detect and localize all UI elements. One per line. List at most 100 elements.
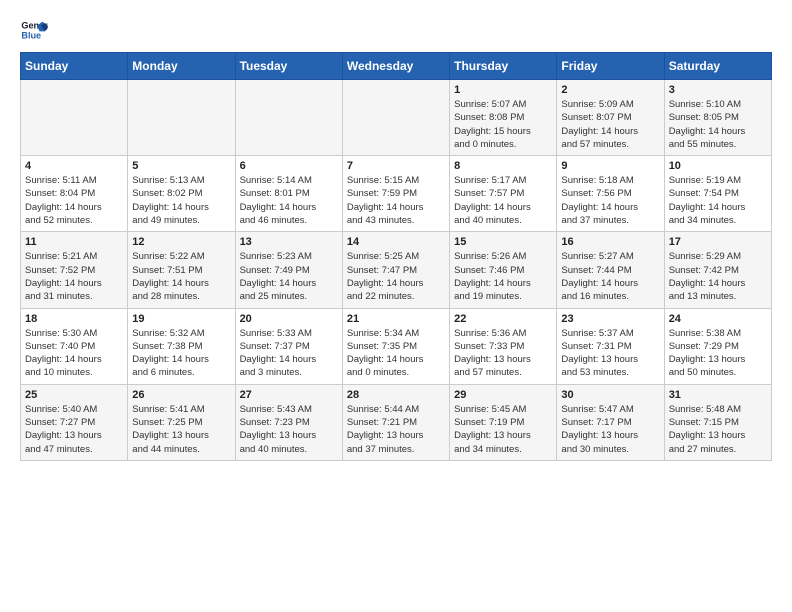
day-detail: Sunrise: 5:48 AMSunset: 7:15 PMDaylight:…	[669, 403, 767, 456]
day-number: 31	[669, 389, 767, 401]
weekday-header-sunday: Sunday	[21, 53, 128, 80]
calendar-cell: 21 Sunrise: 5:34 AMSunset: 7:35 PMDayligh…	[342, 308, 449, 384]
day-detail: Sunrise: 5:23 AMSunset: 7:49 PMDaylight:…	[240, 250, 338, 303]
page-header: General Blue	[20, 16, 772, 44]
calendar-cell: 3Sunrise: 5:10 AMSunset: 8:05 PMDaylight…	[664, 80, 771, 156]
day-detail: Sunrise: 5:26 AMSunset: 7:46 PMDaylight:…	[454, 250, 552, 303]
calendar-week-2: 4 Sunrise: 5:11 AMSunset: 8:04 PMDaylight…	[21, 156, 772, 232]
calendar-cell: 15 Sunrise: 5:26 AMSunset: 7:46 PMDayligh…	[450, 232, 557, 308]
weekday-header-saturday: Saturday	[664, 53, 771, 80]
calendar-cell: 30 Sunrise: 5:47 AMSunset: 7:17 PMDayligh…	[557, 384, 664, 460]
day-number: 26	[132, 389, 230, 401]
calendar-cell: 24Sunrise: 5:38 AMSunset: 7:29 PMDayligh…	[664, 308, 771, 384]
calendar-cell: 18 Sunrise: 5:30 AMSunset: 7:40 PMDayligh…	[21, 308, 128, 384]
day-number: 25	[25, 389, 123, 401]
calendar-week-5: 25Sunrise: 5:40 AMSunset: 7:27 PMDayligh…	[21, 384, 772, 460]
day-number: 14	[347, 236, 445, 248]
day-detail: Sunrise: 5:18 AMSunset: 7:56 PMDaylight:…	[561, 174, 659, 227]
day-number: 24	[669, 313, 767, 325]
calendar-cell: 4 Sunrise: 5:11 AMSunset: 8:04 PMDaylight…	[21, 156, 128, 232]
logo: General Blue	[20, 16, 52, 44]
calendar-cell: 5 Sunrise: 5:13 AMSunset: 8:02 PMDaylight…	[128, 156, 235, 232]
calendar-cell: 17 Sunrise: 5:29 AMSunset: 7:42 PMDayligh…	[664, 232, 771, 308]
day-detail: Sunrise: 5:36 AMSunset: 7:33 PMDaylight:…	[454, 327, 552, 380]
day-number: 1	[454, 84, 552, 96]
calendar-cell: 22 Sunrise: 5:36 AMSunset: 7:33 PMDayligh…	[450, 308, 557, 384]
day-number: 22	[454, 313, 552, 325]
day-detail: Sunrise: 5:15 AMSunset: 7:59 PMDaylight:…	[347, 174, 445, 227]
day-detail: Sunrise: 5:19 AMSunset: 7:54 PMDaylight:…	[669, 174, 767, 227]
logo-icon: General Blue	[20, 16, 48, 44]
day-detail: Sunrise: 5:14 AMSunset: 8:01 PMDaylight:…	[240, 174, 338, 227]
calendar-cell: 28 Sunrise: 5:44 AMSunset: 7:21 PMDayligh…	[342, 384, 449, 460]
calendar-cell: 20 Sunrise: 5:33 AMSunset: 7:37 PMDayligh…	[235, 308, 342, 384]
calendar-cell: 16 Sunrise: 5:27 AMSunset: 7:44 PMDayligh…	[557, 232, 664, 308]
day-detail: Sunrise: 5:27 AMSunset: 7:44 PMDaylight:…	[561, 250, 659, 303]
day-detail: Sunrise: 5:33 AMSunset: 7:37 PMDaylight:…	[240, 327, 338, 380]
day-number: 8	[454, 160, 552, 172]
day-number: 16	[561, 236, 659, 248]
calendar-cell	[128, 80, 235, 156]
day-number: 10	[669, 160, 767, 172]
calendar-cell: 9 Sunrise: 5:18 AMSunset: 7:56 PMDaylight…	[557, 156, 664, 232]
day-number: 5	[132, 160, 230, 172]
day-detail: Sunrise: 5:32 AMSunset: 7:38 PMDaylight:…	[132, 327, 230, 380]
day-number: 18	[25, 313, 123, 325]
calendar-cell: 10 Sunrise: 5:19 AMSunset: 7:54 PMDayligh…	[664, 156, 771, 232]
day-number: 21	[347, 313, 445, 325]
day-number: 13	[240, 236, 338, 248]
day-number: 29	[454, 389, 552, 401]
calendar-cell: 14 Sunrise: 5:25 AMSunset: 7:47 PMDayligh…	[342, 232, 449, 308]
weekday-header-tuesday: Tuesday	[235, 53, 342, 80]
day-number: 4	[25, 160, 123, 172]
svg-text:Blue: Blue	[21, 30, 41, 40]
day-detail: Sunrise: 5:09 AMSunset: 8:07 PMDaylight:…	[561, 98, 659, 151]
day-detail: Sunrise: 5:29 AMSunset: 7:42 PMDaylight:…	[669, 250, 767, 303]
weekday-header-friday: Friday	[557, 53, 664, 80]
weekday-header-monday: Monday	[128, 53, 235, 80]
calendar-cell: 27Sunrise: 5:43 AMSunset: 7:23 PMDayligh…	[235, 384, 342, 460]
calendar-cell: 2Sunrise: 5:09 AMSunset: 8:07 PMDaylight…	[557, 80, 664, 156]
day-detail: Sunrise: 5:25 AMSunset: 7:47 PMDaylight:…	[347, 250, 445, 303]
day-number: 11	[25, 236, 123, 248]
day-detail: Sunrise: 5:13 AMSunset: 8:02 PMDaylight:…	[132, 174, 230, 227]
day-detail: Sunrise: 5:10 AMSunset: 8:05 PMDaylight:…	[669, 98, 767, 151]
day-number: 12	[132, 236, 230, 248]
day-number: 7	[347, 160, 445, 172]
day-detail: Sunrise: 5:45 AMSunset: 7:19 PMDaylight:…	[454, 403, 552, 456]
calendar-week-1: 1 Sunrise: 5:07 AMSunset: 8:08 PMDaylight…	[21, 80, 772, 156]
weekday-header-wednesday: Wednesday	[342, 53, 449, 80]
day-number: 17	[669, 236, 767, 248]
day-detail: Sunrise: 5:47 AMSunset: 7:17 PMDaylight:…	[561, 403, 659, 456]
day-number: 30	[561, 389, 659, 401]
day-number: 27	[240, 389, 338, 401]
day-detail: Sunrise: 5:30 AMSunset: 7:40 PMDaylight:…	[25, 327, 123, 380]
weekday-header-thursday: Thursday	[450, 53, 557, 80]
calendar-cell: 8 Sunrise: 5:17 AMSunset: 7:57 PMDaylight…	[450, 156, 557, 232]
calendar-cell: 26 Sunrise: 5:41 AMSunset: 7:25 PMDayligh…	[128, 384, 235, 460]
calendar-cell: 6Sunrise: 5:14 AMSunset: 8:01 PMDaylight…	[235, 156, 342, 232]
day-detail: Sunrise: 5:21 AMSunset: 7:52 PMDaylight:…	[25, 250, 123, 303]
day-detail: Sunrise: 5:37 AMSunset: 7:31 PMDaylight:…	[561, 327, 659, 380]
day-detail: Sunrise: 5:41 AMSunset: 7:25 PMDaylight:…	[132, 403, 230, 456]
day-detail: Sunrise: 5:34 AMSunset: 7:35 PMDaylight:…	[347, 327, 445, 380]
day-number: 20	[240, 313, 338, 325]
calendar-cell: 13 Sunrise: 5:23 AMSunset: 7:49 PMDayligh…	[235, 232, 342, 308]
day-detail: Sunrise: 5:44 AMSunset: 7:21 PMDaylight:…	[347, 403, 445, 456]
day-detail: Sunrise: 5:07 AMSunset: 8:08 PMDaylight:…	[454, 98, 552, 151]
day-detail: Sunrise: 5:17 AMSunset: 7:57 PMDaylight:…	[454, 174, 552, 227]
calendar-cell: 19 Sunrise: 5:32 AMSunset: 7:38 PMDayligh…	[128, 308, 235, 384]
day-number: 15	[454, 236, 552, 248]
day-detail: Sunrise: 5:11 AMSunset: 8:04 PMDaylight:…	[25, 174, 123, 227]
calendar-cell: 25Sunrise: 5:40 AMSunset: 7:27 PMDayligh…	[21, 384, 128, 460]
calendar-week-3: 11 Sunrise: 5:21 AMSunset: 7:52 PMDayligh…	[21, 232, 772, 308]
day-number: 19	[132, 313, 230, 325]
calendar-cell: 31 Sunrise: 5:48 AMSunset: 7:15 PMDayligh…	[664, 384, 771, 460]
calendar-cell: 29 Sunrise: 5:45 AMSunset: 7:19 PMDayligh…	[450, 384, 557, 460]
calendar-cell: 1 Sunrise: 5:07 AMSunset: 8:08 PMDaylight…	[450, 80, 557, 156]
calendar-cell	[235, 80, 342, 156]
day-number: 9	[561, 160, 659, 172]
calendar-week-4: 18 Sunrise: 5:30 AMSunset: 7:40 PMDayligh…	[21, 308, 772, 384]
day-number: 28	[347, 389, 445, 401]
day-detail: Sunrise: 5:22 AMSunset: 7:51 PMDaylight:…	[132, 250, 230, 303]
